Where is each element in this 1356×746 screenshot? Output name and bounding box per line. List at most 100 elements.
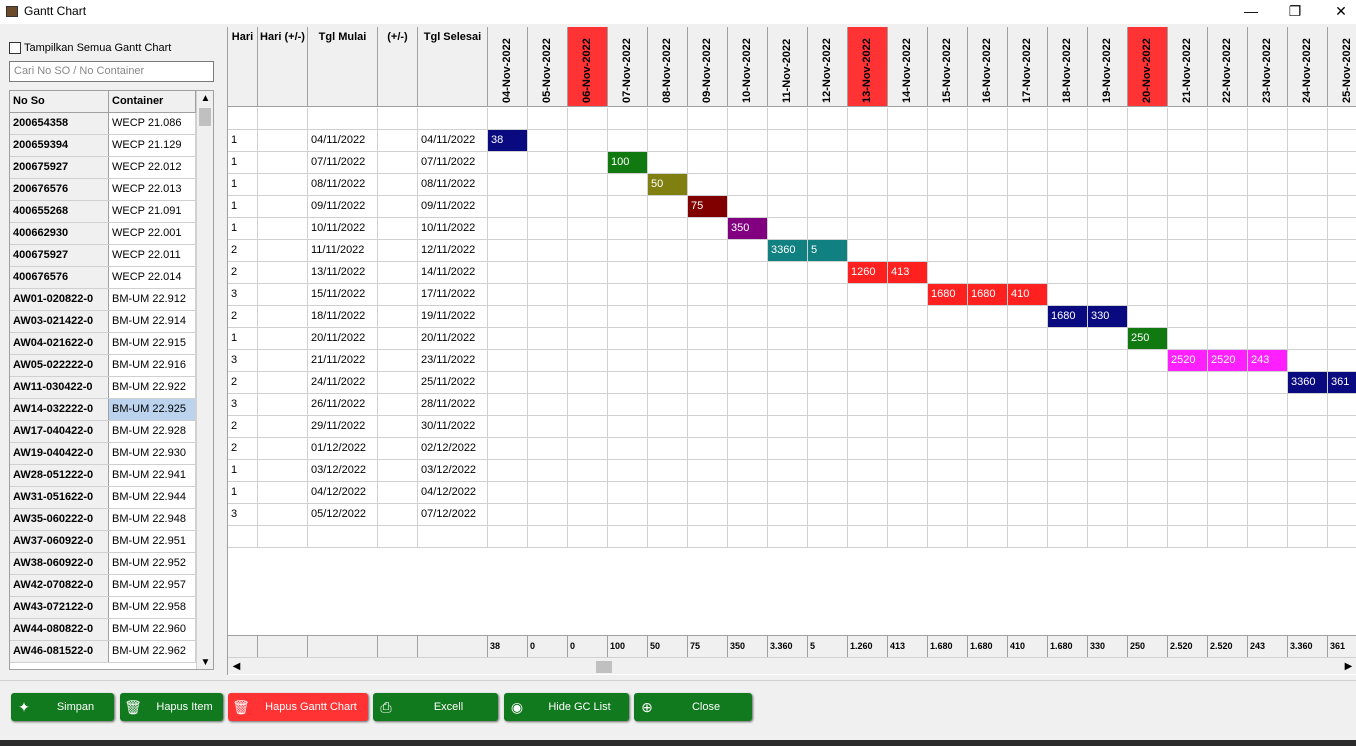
table-row[interactable]: AW17-040422-0 BM-UM 22.928 [10, 421, 213, 443]
day-cell[interactable] [1048, 328, 1088, 350]
day-cell[interactable] [688, 372, 728, 394]
day-cell[interactable] [768, 284, 808, 306]
day-cell[interactable] [928, 152, 968, 174]
container-number[interactable]: BM-UM 22.915 [109, 333, 196, 354]
day-cell[interactable] [688, 306, 728, 328]
day-cell[interactable] [688, 350, 728, 372]
day-cell[interactable] [848, 526, 888, 548]
day-cell[interactable] [648, 240, 688, 262]
so-number[interactable]: AW05-022222-0 [10, 355, 109, 376]
day-cell[interactable] [1208, 284, 1248, 306]
day-cell[interactable] [1328, 526, 1356, 548]
day-cell[interactable] [608, 218, 648, 240]
day-cell[interactable] [608, 284, 648, 306]
grid-cell[interactable] [258, 108, 308, 130]
day-cell[interactable] [1208, 152, 1248, 174]
day-cell[interactable] [848, 460, 888, 482]
table-row[interactable]: AW14-032222-0 BM-UM 22.925 [10, 399, 213, 421]
day-cell[interactable] [888, 130, 928, 152]
so-number[interactable]: AW31-051622-0 [10, 487, 109, 508]
day-cell[interactable] [808, 372, 848, 394]
table-row[interactable]: AW46-081522-0 BM-UM 22.962 [10, 641, 213, 663]
day-cell[interactable] [968, 152, 1008, 174]
day-cell[interactable] [888, 460, 928, 482]
day-cell[interactable] [928, 526, 968, 548]
day-cell[interactable] [888, 526, 928, 548]
tgl-mulai-cell[interactable]: 26/11/2022 [308, 394, 378, 416]
table-row[interactable]: AW35-060222-0 BM-UM 22.948 [10, 509, 213, 531]
day-cell[interactable] [1328, 350, 1356, 372]
grid-cell[interactable] [258, 130, 308, 152]
day-cell[interactable] [1008, 196, 1048, 218]
day-cell[interactable] [1248, 174, 1288, 196]
container-number[interactable]: BM-UM 22.925 [109, 399, 196, 420]
day-cell[interactable] [688, 460, 728, 482]
gantt-row[interactable]: 3 26/11/2022 28/11/2022 [228, 394, 1356, 416]
day-cell[interactable] [1248, 482, 1288, 504]
tgl-mulai-cell[interactable]: 10/11/2022 [308, 218, 378, 240]
container-number[interactable]: WECP 22.001 [109, 223, 196, 244]
simpan-button[interactable]: ✦ Simpan [11, 693, 114, 721]
tgl-mulai-cell[interactable]: 08/11/2022 [308, 174, 378, 196]
grid-cell[interactable] [258, 504, 308, 526]
day-cell[interactable] [1328, 196, 1356, 218]
so-number[interactable]: 400675927 [10, 245, 109, 266]
day-cell[interactable] [648, 130, 688, 152]
grid-cell[interactable] [378, 174, 418, 196]
day-cell[interactable] [1088, 108, 1128, 130]
tgl-selesai-cell[interactable]: 28/11/2022 [418, 394, 488, 416]
day-cell[interactable] [1008, 482, 1048, 504]
day-cell[interactable] [728, 174, 768, 196]
day-cell[interactable] [1128, 372, 1168, 394]
day-cell[interactable] [728, 152, 768, 174]
day-cell[interactable] [928, 240, 968, 262]
day-cell[interactable] [728, 460, 768, 482]
grid-cell[interactable] [228, 108, 258, 130]
day-cell[interactable] [1248, 526, 1288, 548]
day-cell[interactable] [648, 328, 688, 350]
container-number[interactable]: WECP 22.013 [109, 179, 196, 200]
day-cell[interactable] [488, 240, 528, 262]
so-table-scrollbar[interactable]: ▲ ▼ [196, 91, 213, 669]
day-cell[interactable] [648, 460, 688, 482]
day-cell[interactable] [488, 306, 528, 328]
day-cell[interactable] [848, 372, 888, 394]
day-cell[interactable] [1048, 130, 1088, 152]
day-cell[interactable] [1088, 350, 1128, 372]
day-cell[interactable] [1048, 196, 1088, 218]
hari-cell[interactable]: 2 [228, 438, 258, 460]
gantt-bar[interactable]: 1680 [1048, 306, 1088, 327]
container-number[interactable]: BM-UM 22.948 [109, 509, 196, 530]
day-cell[interactable] [848, 240, 888, 262]
gantt-row[interactable]: 2 01/12/2022 02/12/2022 [228, 438, 1356, 460]
day-cell[interactable] [688, 174, 728, 196]
day-cell[interactable] [808, 416, 848, 438]
day-cell[interactable] [888, 152, 928, 174]
day-cell[interactable] [1128, 526, 1168, 548]
day-cell[interactable] [1128, 130, 1168, 152]
grid-cell[interactable] [258, 438, 308, 460]
day-cell[interactable] [568, 416, 608, 438]
day-cell[interactable] [1208, 218, 1248, 240]
day-cell[interactable] [768, 416, 808, 438]
day-cell[interactable] [488, 504, 528, 526]
day-cell[interactable] [928, 108, 968, 130]
day-cell[interactable] [1328, 284, 1356, 306]
day-cell[interactable] [568, 240, 608, 262]
day-cell[interactable] [608, 482, 648, 504]
day-cell[interactable] [888, 196, 928, 218]
tgl-mulai-cell[interactable]: 03/12/2022 [308, 460, 378, 482]
day-cell[interactable] [1048, 482, 1088, 504]
day-cell[interactable] [488, 438, 528, 460]
day-cell[interactable] [1248, 328, 1288, 350]
tgl-mulai-cell[interactable]: 21/11/2022 [308, 350, 378, 372]
day-cell[interactable] [768, 174, 808, 196]
day-cell[interactable] [1128, 196, 1168, 218]
day-cell[interactable] [1048, 372, 1088, 394]
hari-cell[interactable]: 1 [228, 460, 258, 482]
day-cell[interactable] [608, 504, 648, 526]
day-cell[interactable] [528, 240, 568, 262]
day-cell[interactable] [848, 504, 888, 526]
day-cell[interactable] [1008, 130, 1048, 152]
day-cell[interactable] [1088, 372, 1128, 394]
